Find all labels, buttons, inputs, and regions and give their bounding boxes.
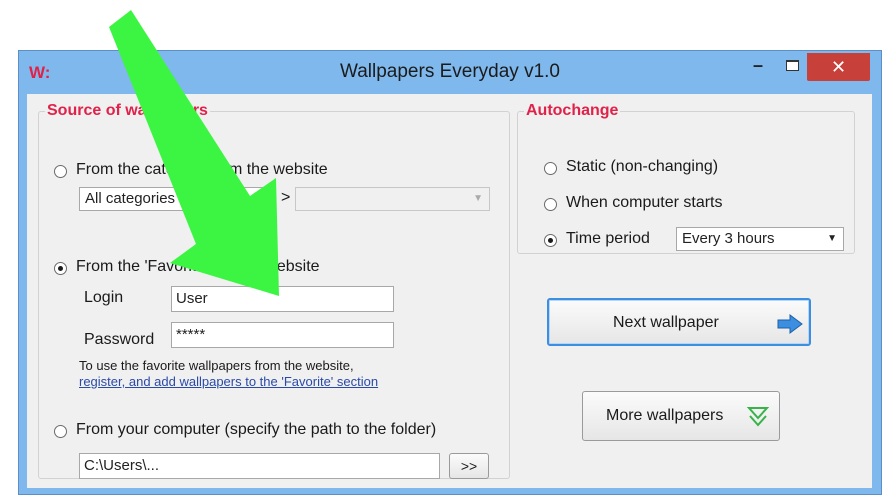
chevron-down-icon: ▼ xyxy=(258,193,268,204)
folder-path-field[interactable]: C:\Users\... xyxy=(79,453,440,479)
category-select-value: All categories xyxy=(85,190,176,207)
browse-folder-button[interactable]: >> xyxy=(449,453,489,479)
maximize-icon xyxy=(785,60,799,71)
category-radio[interactable] xyxy=(54,165,67,178)
category-option-label: From the category from the website xyxy=(76,161,328,178)
time-period-label: Time period xyxy=(566,230,650,247)
maximize-button[interactable] xyxy=(777,53,807,79)
download-icon xyxy=(746,407,770,427)
next-wallpaper-label: Next wallpaper xyxy=(613,314,719,331)
time-period-value: Every 3 hours xyxy=(682,230,775,247)
minimize-button[interactable]: – xyxy=(743,53,773,79)
arrow-right-icon xyxy=(777,314,803,334)
time-period-select[interactable]: Every 3 hours ▼ xyxy=(676,227,844,251)
chevron-down-icon: ▼ xyxy=(827,233,837,244)
app-window: W: Wallpapers Everyday v1.0 – ✕ Source o… xyxy=(18,50,882,495)
more-wallpapers-button[interactable]: More wallpapers xyxy=(582,391,780,441)
source-group: Source of wallpapers From the category f… xyxy=(38,102,510,479)
subcategory-select[interactable]: ▼ xyxy=(295,187,490,211)
title-bar[interactable]: W: Wallpapers Everyday v1.0 – ✕ xyxy=(19,51,881,94)
category-separator: > xyxy=(281,189,291,206)
close-button[interactable]: ✕ xyxy=(807,53,870,81)
startup-radio[interactable] xyxy=(544,198,557,211)
favorites-hint: To use the favorite wallpapers from the … xyxy=(79,358,354,373)
more-wallpapers-label: More wallpapers xyxy=(606,407,724,424)
startup-option-label: When computer starts xyxy=(566,194,723,211)
register-link[interactable]: register, and add wallpapers to the 'Fav… xyxy=(79,374,378,389)
time-period-radio[interactable] xyxy=(544,234,557,247)
chevron-down-icon: ▼ xyxy=(473,193,483,204)
computer-option-label: From your computer (specify the path to … xyxy=(76,421,437,438)
password-label: Password xyxy=(84,331,155,348)
autochange-group: Autochange Static (non-changing) When co… xyxy=(517,102,855,254)
login-field[interactable]: User xyxy=(171,286,394,312)
computer-radio[interactable] xyxy=(54,425,67,438)
next-wallpaper-button[interactable]: Next wallpaper xyxy=(547,298,811,346)
window-client-area: Source of wallpapers From the category f… xyxy=(27,94,872,488)
favorites-radio[interactable] xyxy=(54,262,67,275)
autochange-group-legend: Autochange xyxy=(526,102,619,119)
category-select[interactable]: All categories ▼ xyxy=(79,187,275,211)
password-field[interactable]: ***** xyxy=(171,322,394,348)
source-group-legend: Source of wallpapers xyxy=(47,102,208,119)
static-radio[interactable] xyxy=(544,162,557,175)
login-label: Login xyxy=(84,289,124,306)
static-option-label: Static (non-changing) xyxy=(566,158,719,175)
favorites-option-label: From the 'Favorites' of the website xyxy=(76,258,320,275)
